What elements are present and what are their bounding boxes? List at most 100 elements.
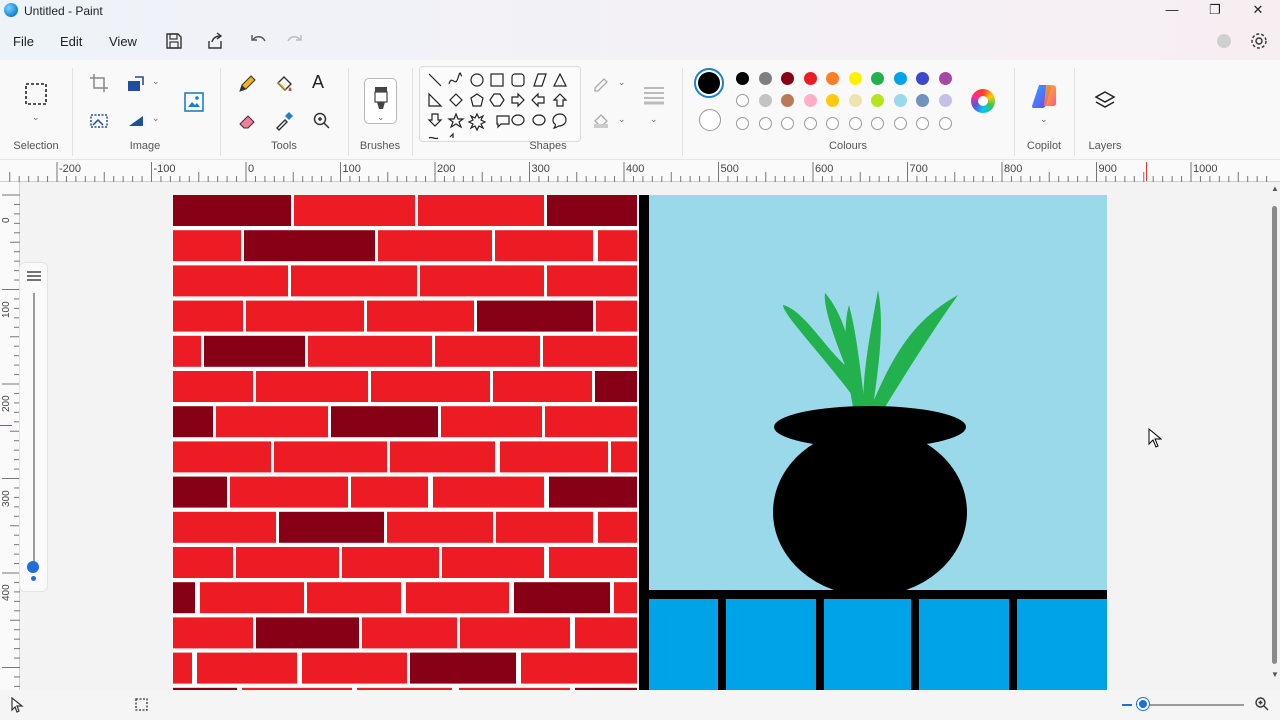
colour-swatch[interactable] xyxy=(736,72,749,85)
custom-colour-slot[interactable] xyxy=(893,117,907,130)
brush-size-panel xyxy=(19,262,48,592)
custom-colour-slot[interactable] xyxy=(736,117,749,130)
group-label-image: Image xyxy=(129,140,161,152)
brick xyxy=(294,195,415,226)
eraser-icon[interactable] xyxy=(236,110,258,132)
pencil-icon[interactable] xyxy=(236,73,258,95)
account-avatar[interactable] xyxy=(1217,34,1231,48)
brushes-button[interactable]: ⌄ xyxy=(364,78,397,124)
settings-gear-icon[interactable] xyxy=(1249,31,1269,51)
resize-icon[interactable] xyxy=(125,73,147,95)
copilot-icon[interactable] xyxy=(1030,82,1058,110)
colour-swatch[interactable] xyxy=(916,94,929,107)
colour-swatch[interactable] xyxy=(848,72,862,85)
primary-colour-selector[interactable] xyxy=(694,68,724,98)
custom-colour-slot[interactable] xyxy=(871,117,884,130)
brick xyxy=(442,547,544,578)
edit-colours-icon[interactable] xyxy=(971,89,995,113)
brick xyxy=(514,582,610,614)
chevron-down-icon[interactable]: ⌄ xyxy=(152,76,160,87)
brick xyxy=(371,371,490,402)
custom-colour-slot[interactable] xyxy=(803,117,817,130)
cursor-position-marker xyxy=(0,425,12,426)
shapes-grid[interactable] xyxy=(420,67,581,142)
zoom-slider-thumb[interactable] xyxy=(1137,698,1149,710)
brick xyxy=(390,441,495,473)
chevron-down-icon[interactable]: ⌄ xyxy=(618,77,626,88)
custom-colour-slot[interactable] xyxy=(848,117,862,130)
close-button[interactable]: ✕ xyxy=(1236,0,1280,22)
undo-icon[interactable] xyxy=(248,31,268,51)
brick xyxy=(331,406,438,438)
colour-swatch[interactable] xyxy=(781,72,794,85)
ruler-label: 0 xyxy=(1,217,12,223)
menu-file[interactable]: File xyxy=(13,34,34,49)
vertical-scrollbar[interactable]: ▲ ▼ xyxy=(1270,184,1280,684)
share-icon[interactable] xyxy=(205,31,225,51)
colour-swatch[interactable] xyxy=(826,94,839,107)
color-picker-icon[interactable] xyxy=(273,110,295,132)
colour-swatch[interactable] xyxy=(758,94,772,107)
custom-colour-slot[interactable] xyxy=(938,117,952,130)
colour-swatch[interactable] xyxy=(826,72,839,85)
magnifier-icon[interactable] xyxy=(311,110,333,132)
layers-icon[interactable] xyxy=(1093,89,1117,113)
custom-colour-slot[interactable] xyxy=(758,117,772,130)
brick-wall xyxy=(173,195,637,719)
brick xyxy=(418,195,544,226)
colour-swatch[interactable] xyxy=(803,72,817,85)
colour-swatch[interactable] xyxy=(893,94,907,107)
colour-swatch[interactable] xyxy=(803,94,817,107)
colour-swatch[interactable] xyxy=(871,72,884,85)
scroll-up-arrow[interactable]: ▲ xyxy=(1271,184,1279,193)
colour-swatch[interactable] xyxy=(758,72,772,85)
minimize-button[interactable]: — xyxy=(1150,0,1194,22)
colour-swatch[interactable] xyxy=(938,72,952,85)
zoom-out-icon[interactable] xyxy=(1120,698,1134,712)
selection-rectangle-icon[interactable] xyxy=(24,82,48,106)
maximize-button[interactable]: ❐ xyxy=(1193,0,1237,22)
custom-colour-slot[interactable] xyxy=(916,117,929,130)
crop-icon[interactable] xyxy=(88,72,110,94)
scroll-down-arrow[interactable]: ▼ xyxy=(1271,670,1279,679)
zoom-in-icon[interactable] xyxy=(1254,696,1270,712)
fill-bucket-icon[interactable] xyxy=(273,73,295,95)
brick xyxy=(598,511,637,543)
save-icon[interactable] xyxy=(164,31,184,51)
colour-swatch[interactable] xyxy=(848,94,862,107)
text-tool-icon[interactable]: A xyxy=(312,72,324,93)
menu-edit[interactable]: Edit xyxy=(60,34,82,49)
chevron-down-icon[interactable]: ⌄ xyxy=(618,114,626,125)
chevron-down-icon[interactable]: ⌄ xyxy=(650,114,658,125)
line-size-icon[interactable] xyxy=(641,84,667,108)
colour-swatch[interactable] xyxy=(938,94,952,107)
remove-background-icon[interactable] xyxy=(88,110,110,132)
custom-colour-slot[interactable] xyxy=(826,117,839,130)
vertical-scrollbar-thumb[interactable] xyxy=(1272,206,1277,664)
custom-colour-slot[interactable] xyxy=(736,94,749,107)
colour-swatch[interactable] xyxy=(893,72,907,85)
brush-size-thumb[interactable] xyxy=(27,561,39,573)
brick xyxy=(204,335,305,367)
shape-fill-icon[interactable] xyxy=(592,112,610,130)
chevron-down-icon[interactable]: ⌄ xyxy=(377,112,385,123)
custom-colour-slot[interactable] xyxy=(781,117,794,130)
image-creator-icon[interactable] xyxy=(182,90,206,114)
chevron-down-icon[interactable]: ⌄ xyxy=(1040,114,1048,125)
chevron-down-icon[interactable]: ⌄ xyxy=(32,112,40,123)
secondary-colour-swatch[interactable] xyxy=(699,109,721,131)
chevron-down-icon[interactable]: ⌄ xyxy=(152,113,160,124)
rotate-icon[interactable] xyxy=(125,110,147,132)
drawing-canvas[interactable] xyxy=(173,195,1107,720)
zoom-slider-track[interactable] xyxy=(1137,704,1244,706)
shape-outline-icon[interactable] xyxy=(592,74,610,92)
brick xyxy=(173,230,241,262)
brush-size-track[interactable] xyxy=(33,293,35,563)
brick xyxy=(216,406,328,438)
ruler-label: 300 xyxy=(1,489,12,507)
colour-swatch[interactable] xyxy=(871,94,884,107)
colour-swatch[interactable] xyxy=(781,94,794,107)
menu-view[interactable]: View xyxy=(109,34,137,49)
colour-swatch[interactable] xyxy=(916,72,929,85)
redo-icon[interactable] xyxy=(285,31,305,51)
